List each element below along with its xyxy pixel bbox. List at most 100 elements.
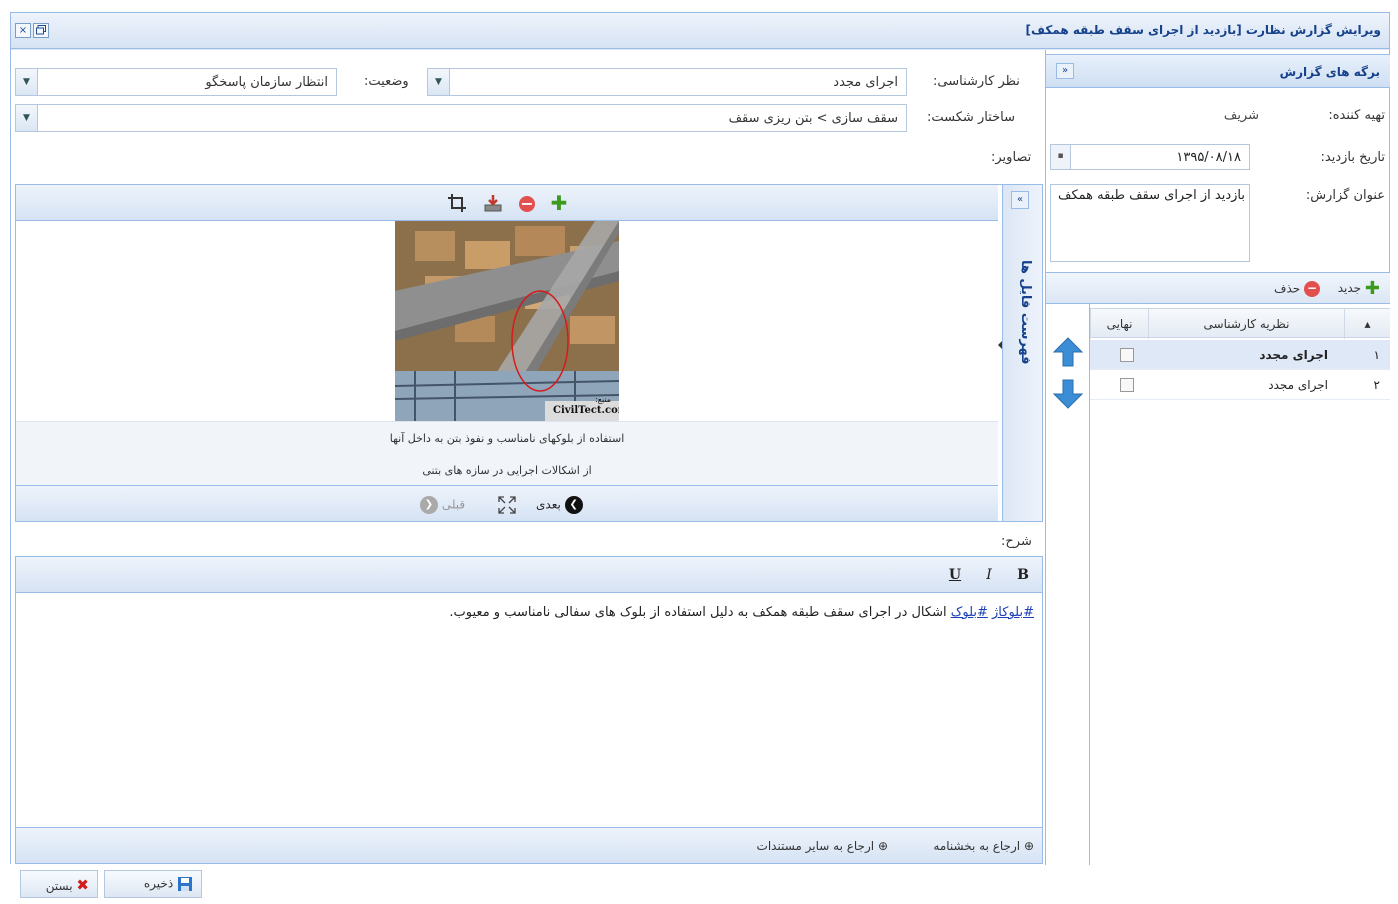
crop-icon bbox=[448, 194, 466, 212]
visit-date-value: ۱۳۹۵/۰۸/۱۸ bbox=[1176, 150, 1241, 165]
visit-date-label: تاریخ بازدید: bbox=[1320, 150, 1385, 165]
expert-opinion-value: اجرای مجدد bbox=[833, 75, 898, 90]
expert-opinion-label: نظر کارشناسی: bbox=[933, 74, 1020, 89]
breakdown-value: سقف سازی > بتن ریزی سقف bbox=[728, 111, 898, 126]
opinions-grid: ▴ نظریه کارشناسی نهایی ۱ اجرای مجدد ۲ اج… bbox=[1090, 304, 1390, 865]
move-down-button[interactable] bbox=[1052, 378, 1084, 410]
preparer-value: شریف bbox=[1223, 108, 1259, 123]
close-icon: × bbox=[18, 25, 28, 36]
report-sheets-toolbar: ✚ جدید − حذف bbox=[1046, 272, 1390, 304]
window-titlebar: × ویرایش گزارش نظارت [بازدید از اجرای سق… bbox=[11, 13, 1389, 49]
ref-docs-label: ارجاع به سایر مستندات bbox=[756, 839, 875, 853]
ceiling-photo-image bbox=[395, 221, 619, 421]
download-image-button[interactable] bbox=[482, 193, 504, 215]
download-icon bbox=[484, 195, 502, 212]
minus-icon: − bbox=[519, 193, 535, 213]
fullscreen-button[interactable] bbox=[498, 496, 516, 517]
ref-docs-link[interactable]: ⊕ ارجاع به سایر مستندات bbox=[757, 839, 888, 853]
opinion-column-header[interactable]: نظریه کارشناسی bbox=[1148, 309, 1344, 339]
chevron-down-icon[interactable]: ▼ bbox=[16, 105, 38, 131]
editor-footer: ⊕ ارجاع به بخشنامه ⊕ ارجاع به سایر مستند… bbox=[16, 827, 1042, 863]
image-toolbar: ✚ − bbox=[16, 185, 998, 221]
move-up-button[interactable] bbox=[1052, 336, 1084, 368]
table-row[interactable]: ۲ اجرای مجدد bbox=[1090, 370, 1390, 400]
editor-content[interactable]: #بلوکاژ #بلوک اشکال در اجرای سقف طبقه هم… bbox=[449, 605, 1034, 620]
close-x-icon: ✖ bbox=[76, 876, 89, 894]
report-title-field[interactable]: بازدید از اجرای سقف طبقه همکف bbox=[1050, 184, 1250, 262]
expert-opinion-select[interactable]: ▼ اجرای مجدد bbox=[427, 68, 907, 96]
status-label: وضعیت: bbox=[364, 74, 409, 89]
minus-icon: − bbox=[1304, 281, 1320, 297]
reorder-column bbox=[1046, 304, 1090, 865]
report-title-label: عنوان گزارش: bbox=[1305, 188, 1385, 203]
image-viewer: ✚ − CivilTect.co منبع: استفاده از بلوکها… bbox=[15, 184, 1043, 522]
underline-button[interactable]: U bbox=[944, 567, 966, 585]
final-checkbox[interactable] bbox=[1120, 348, 1134, 362]
report-sheets-header: » برگه های گزارش bbox=[1046, 54, 1390, 88]
hashtag-link[interactable]: #بلوکاژ bbox=[992, 605, 1034, 620]
link-icon: ⊕ bbox=[877, 839, 888, 853]
construction-photo[interactable]: CivilTect.com منبع: bbox=[395, 221, 619, 421]
prev-image-button[interactable]: قبلی ❮ bbox=[420, 496, 465, 514]
final-column-header[interactable]: نهایی bbox=[1090, 309, 1148, 339]
grid-header: ▴ نظریه کارشناسی نهایی bbox=[1090, 308, 1390, 339]
expand-file-list-button[interactable]: « bbox=[1011, 191, 1029, 209]
link-icon: ⊕ bbox=[1023, 839, 1034, 853]
photo-source-label: منبع: bbox=[595, 395, 612, 404]
visit-date-field[interactable]: ▪ ۱۳۹۵/۰۸/۱۸ bbox=[1050, 144, 1250, 170]
add-image-button[interactable]: ✚ bbox=[548, 193, 570, 215]
arrow-right-icon: ❯ bbox=[564, 496, 583, 514]
description-editor: B I U #بلوکاژ #بلوک اشکال در اجرای سقف ط… bbox=[15, 556, 1043, 864]
delete-sheet-button[interactable]: − حذف bbox=[1274, 281, 1320, 297]
caption-area: استفاده از بلوکهای نامناسب و نفوذ بتن به… bbox=[16, 421, 998, 485]
status-select[interactable]: ▼ انتظار سازمان پاسخگو bbox=[15, 68, 337, 96]
breakdown-select[interactable]: ▼ سقف سازی > بتن ریزی سقف bbox=[15, 104, 907, 132]
hashtag-link[interactable]: #بلوک bbox=[951, 605, 988, 620]
window-body: » برگه های گزارش تهیه کننده: شریف تاریخ … bbox=[11, 50, 1390, 865]
restore-window-button[interactable] bbox=[33, 23, 49, 38]
photo-watermark: CivilTect.com bbox=[553, 405, 619, 416]
remove-image-button[interactable]: − bbox=[516, 193, 538, 215]
ref-notice-label: ارجاع به بخشنامه bbox=[933, 839, 1021, 853]
new-sheet-label: جدید bbox=[1337, 281, 1362, 295]
chevron-down-icon[interactable]: ▼ bbox=[428, 69, 450, 95]
restore-icon bbox=[36, 25, 46, 35]
row-opinion: اجرای مجدد bbox=[1259, 348, 1328, 362]
row-number: ۲ bbox=[1373, 378, 1380, 392]
italic-button[interactable]: I bbox=[978, 567, 1000, 585]
arrow-left-icon: ❮ bbox=[420, 496, 438, 514]
save-icon bbox=[178, 877, 192, 891]
image-navigation: ❯ بعدی قبلی ❮ bbox=[16, 485, 998, 521]
close-window-button[interactable]: × bbox=[15, 23, 31, 38]
fullscreen-icon bbox=[498, 496, 516, 514]
ref-notice-link[interactable]: ⊕ ارجاع به بخشنامه bbox=[933, 839, 1034, 853]
report-sheets-title: برگه های گزارش bbox=[1279, 65, 1380, 79]
delete-sheet-label: حذف bbox=[1274, 281, 1301, 296]
caption-line-1: استفاده از بلوکهای نامناسب و نفوذ بتن به… bbox=[389, 432, 625, 445]
description-text: اشکال در اجرای سقف طبقه همکف به دلیل است… bbox=[449, 605, 947, 620]
new-sheet-button[interactable]: ✚ جدید bbox=[1337, 277, 1380, 299]
close-label: بستن bbox=[45, 879, 73, 893]
window-title: ویرایش گزارش نظارت [بازدید از اجرای سقف … bbox=[1025, 23, 1381, 37]
file-list-title: فهرست فایل ها bbox=[1018, 260, 1033, 365]
images-label: تصاویر: bbox=[991, 150, 1032, 165]
preparer-label: تهیه کننده: bbox=[1328, 108, 1385, 123]
arrow-down-icon bbox=[1052, 379, 1084, 409]
sort-column-header[interactable]: ▴ bbox=[1344, 309, 1390, 339]
crop-image-button[interactable] bbox=[446, 193, 468, 215]
bold-button[interactable]: B bbox=[1012, 567, 1034, 585]
chevron-down-icon[interactable]: ▼ bbox=[16, 69, 38, 95]
table-row[interactable]: ۱ اجرای مجدد bbox=[1090, 340, 1390, 370]
caption-line-2: از اشکالات اجرایی در سازه های بتنی bbox=[422, 464, 592, 477]
final-checkbox[interactable] bbox=[1120, 378, 1134, 392]
next-image-button[interactable]: ❯ بعدی bbox=[536, 496, 583, 514]
breakdown-label: ساختار شکست: bbox=[927, 110, 1015, 125]
save-button[interactable]: ذخیره bbox=[104, 870, 202, 898]
file-list-panel: « فهرست فایل ها bbox=[1002, 185, 1042, 521]
calendar-icon[interactable]: ▪ bbox=[1051, 145, 1071, 169]
plus-icon: ✚ bbox=[1364, 277, 1380, 299]
close-button[interactable]: ✖ بستن bbox=[20, 870, 98, 898]
plus-icon: ✚ bbox=[550, 191, 568, 215]
collapse-panel-button[interactable]: » bbox=[1056, 63, 1074, 79]
row-opinion: اجرای مجدد bbox=[1268, 378, 1328, 392]
